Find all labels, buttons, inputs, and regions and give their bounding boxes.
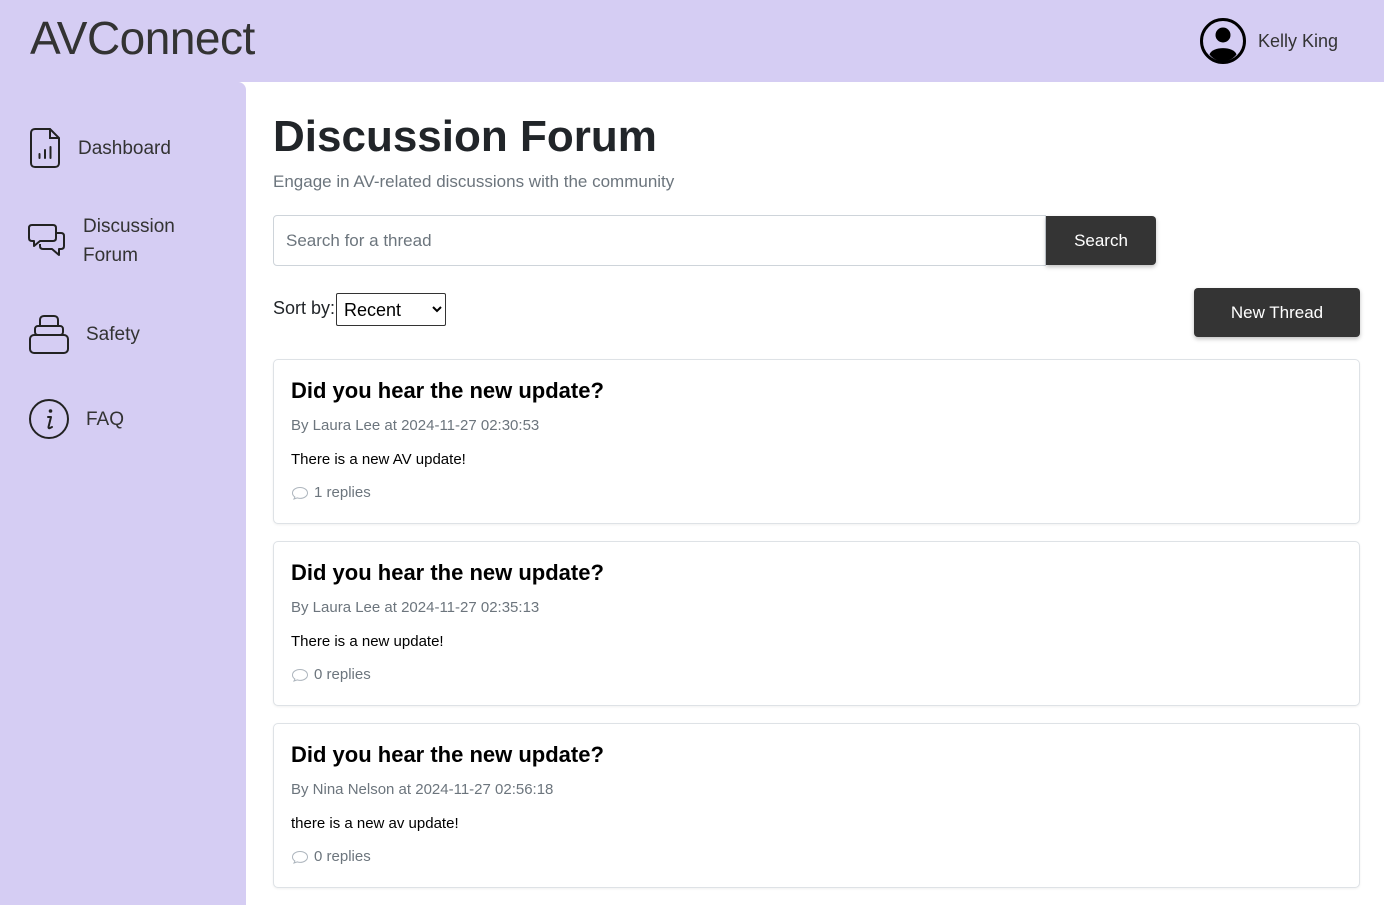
thread-title[interactable]: Did you hear the new update?	[291, 742, 604, 768]
sidebar-item-label: Discussion Forum	[83, 212, 175, 270]
thread-body: There is a new AV update!	[291, 451, 466, 468]
reply-count: 1 replies	[314, 484, 371, 501]
thread-body: there is a new av update!	[291, 815, 459, 832]
sidebar-item-label: Safety	[86, 323, 140, 345]
thread-replies: 1 replies	[291, 484, 371, 501]
brand-logo[interactable]: AVConnect	[30, 10, 255, 66]
thread-title[interactable]: Did you hear the new update?	[291, 378, 604, 404]
sidebar-item-safety[interactable]: Safety	[28, 313, 140, 355]
thread-body: There is a new update!	[291, 633, 444, 650]
thread-meta: By Laura Lee at 2024-11-27 02:35:13	[291, 599, 540, 616]
thread-meta: By Laura Lee at 2024-11-27 02:30:53	[291, 417, 540, 434]
sort-label: Sort by:	[273, 298, 336, 318]
sidebar-item-label-line1: Discussion	[83, 216, 175, 237]
thread-card[interactable]: Did you hear the new update? By Nina Nel…	[273, 723, 1360, 888]
comment-icon	[291, 486, 309, 500]
comment-icon	[291, 850, 309, 864]
thread-replies: 0 replies	[291, 666, 371, 683]
chat-bubbles-icon	[28, 224, 65, 256]
thread-replies: 0 replies	[291, 848, 371, 865]
reply-count: 0 replies	[314, 666, 371, 683]
comment-icon	[291, 668, 309, 682]
thread-title[interactable]: Did you hear the new update?	[291, 560, 604, 586]
main-content: Discussion Forum Engage in AV-related di…	[273, 0, 1360, 905]
sidebar-item-dashboard[interactable]: Dashboard	[28, 127, 171, 169]
sidebar-item-faq[interactable]: FAQ	[28, 398, 124, 440]
sidebar-item-label: Dashboard	[78, 137, 171, 159]
search-input[interactable]	[273, 215, 1046, 266]
sort-select[interactable]: Recent	[336, 293, 446, 326]
sidebar-item-discussion-forum[interactable]: Discussion Forum	[28, 212, 175, 270]
search-button[interactable]: Search	[1046, 216, 1156, 265]
reply-count: 0 replies	[314, 848, 371, 865]
page-title: Discussion Forum	[273, 112, 657, 161]
thread-card[interactable]: Did you hear the new update? By Laura Le…	[273, 359, 1360, 524]
sidebar-item-label: FAQ	[86, 408, 125, 430]
luggage-stack-icon	[29, 315, 69, 354]
page-subtitle: Engage in AV-related discussions with th…	[273, 172, 675, 191]
sidebar: Dashboard Discussion Forum Safety FAQ	[0, 82, 246, 905]
document-chart-icon	[30, 128, 60, 168]
new-thread-button[interactable]: New Thread	[1194, 288, 1360, 337]
thread-card[interactable]: Did you hear the new update? By Laura Le…	[273, 541, 1360, 706]
info-circle-icon	[29, 399, 69, 439]
sidebar-item-label-line2: Forum	[83, 245, 138, 266]
thread-meta: By Nina Nelson at 2024-11-27 02:56:18	[291, 781, 554, 798]
